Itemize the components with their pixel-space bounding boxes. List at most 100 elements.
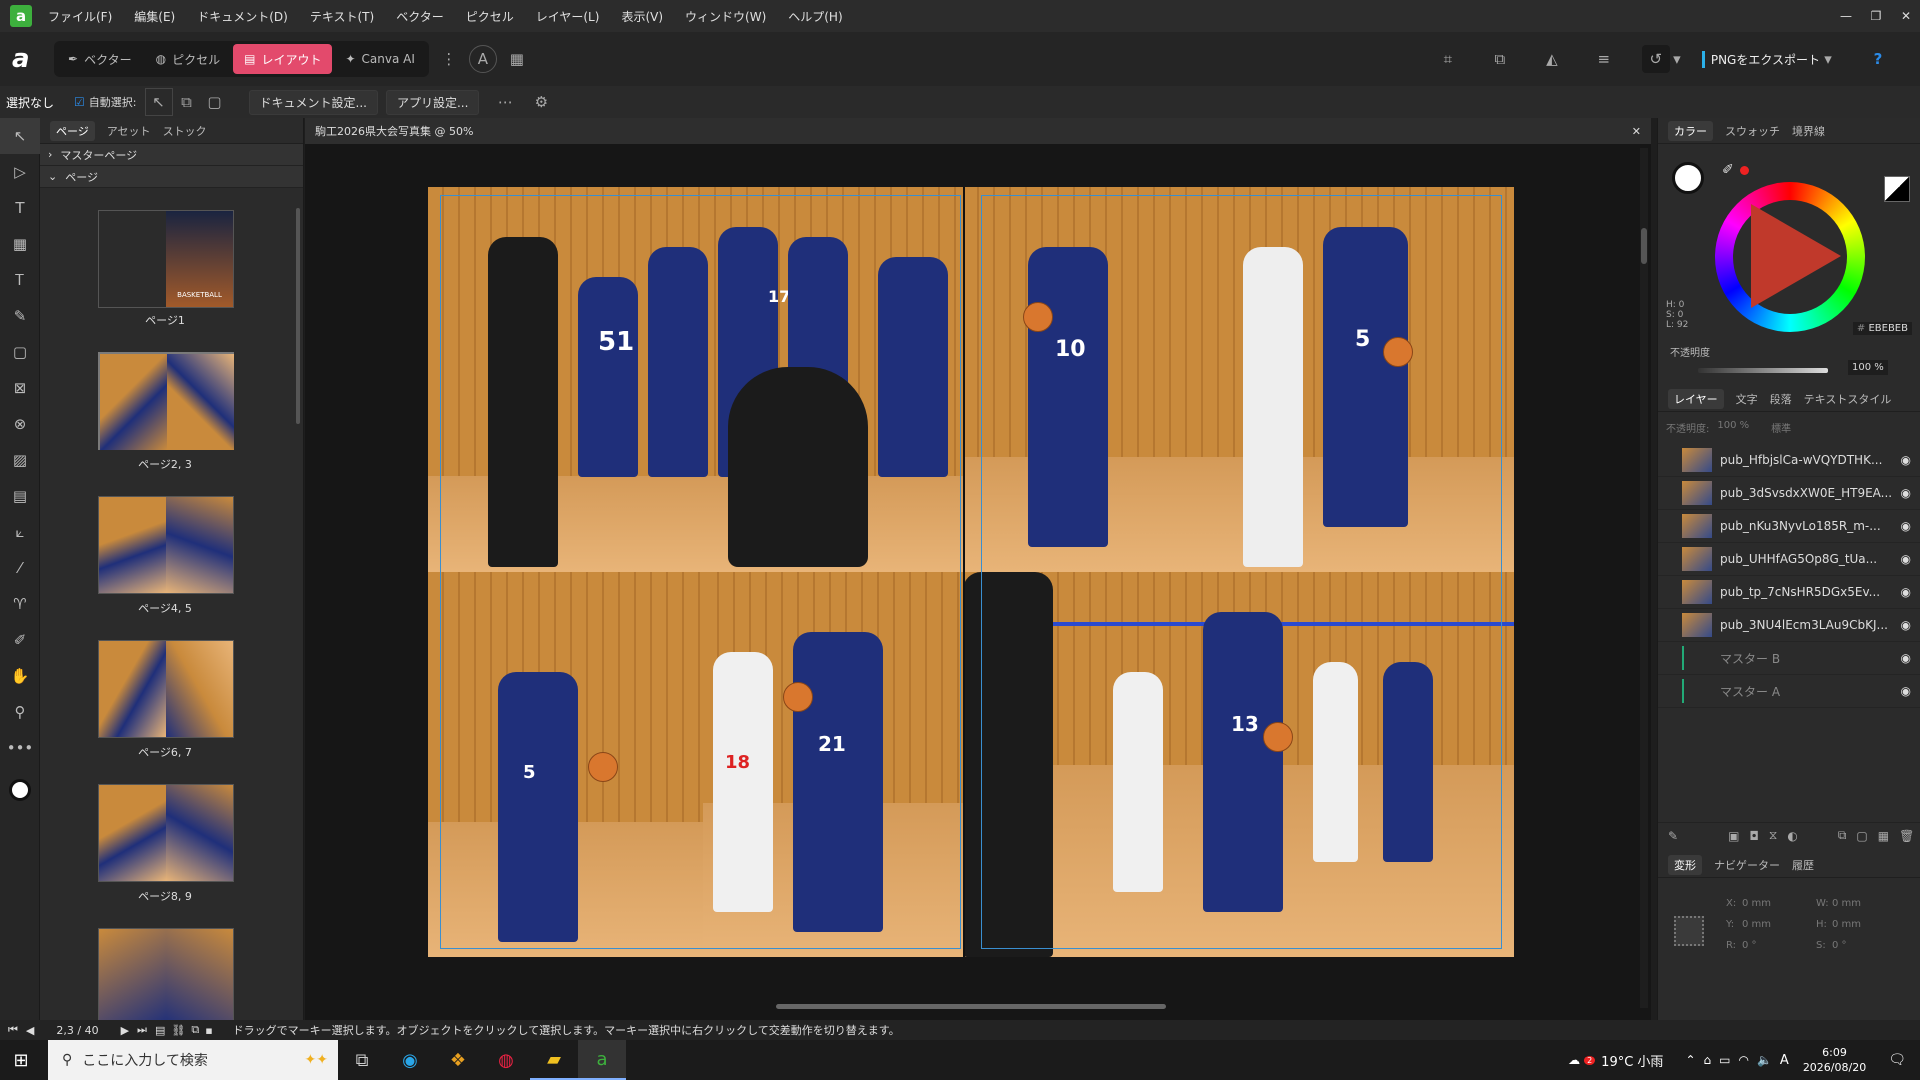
weather-text[interactable]: 19°C 小雨 xyxy=(1601,1051,1663,1070)
grid-icon[interactable]: ⋯ xyxy=(491,88,519,116)
persona-canva-ai[interactable]: ✦ Canva AI xyxy=(334,44,425,74)
menu-document[interactable]: ドキュメント(D) xyxy=(197,8,288,25)
opacity-value[interactable]: 100 % xyxy=(1848,360,1888,375)
menu-layer[interactable]: レイヤー(L) xyxy=(536,8,600,25)
photo-player-5-dribble[interactable]: 5 xyxy=(428,572,703,957)
more-tools-icon[interactable]: ••• xyxy=(0,730,40,766)
last-page-icon[interactable]: ⏭ xyxy=(137,1023,147,1037)
fill-tool-icon[interactable]: ⁄ xyxy=(0,550,40,586)
eye-icon[interactable]: ◉ xyxy=(1901,585,1911,599)
spread-icon[interactable]: ⧉ xyxy=(191,1023,199,1037)
color-swatch-icon[interactable] xyxy=(0,766,40,814)
page-thumb-8-9[interactable] xyxy=(98,784,234,882)
layer-row-1[interactable]: pub_HfbjslCa-wVQYDTHK... ◉ xyxy=(1658,444,1920,477)
photo-player-13-fastbreak[interactable]: 13 xyxy=(963,572,1514,957)
pixel-layer-icon[interactable]: ▦ xyxy=(1878,829,1889,843)
color-wheel[interactable] xyxy=(1715,182,1865,332)
tab-paragraph[interactable]: 段落 xyxy=(1770,391,1792,407)
folder-icon[interactable]: ▢ xyxy=(1856,829,1867,843)
adjust-icon[interactable]: ⧖ xyxy=(1769,828,1777,843)
file-explorer-icon[interactable]: ▰ xyxy=(530,1040,578,1080)
layer-row-5[interactable]: pub_tp_7cNsHR5DGx5Ev... ◉ xyxy=(1658,576,1920,609)
arrange-icon[interactable]: ⧉ xyxy=(1486,45,1514,73)
color-triangle[interactable] xyxy=(1751,204,1841,308)
page-thumb-6-7[interactable] xyxy=(98,640,234,738)
rectangle-tool-icon[interactable]: ▢ xyxy=(0,334,40,370)
menu-edit[interactable]: 編集(E) xyxy=(134,8,175,25)
tab-transform[interactable]: 変形 xyxy=(1668,854,1702,875)
export-png-button[interactable]: PNGをエクスポート xyxy=(1701,50,1820,68)
close-document-icon[interactable]: ✕ xyxy=(1632,125,1641,138)
auto-select-checkbox[interactable]: ☑ xyxy=(74,95,85,109)
tab-assets[interactable]: アセット xyxy=(107,123,151,139)
layer-row-2[interactable]: pub_3dSvsdxXW0E_HT9EA... ◉ xyxy=(1658,477,1920,510)
eyedropper-tool-icon[interactable]: ✐ xyxy=(0,622,40,658)
menu-window[interactable]: ウィンドウ(W) xyxy=(685,8,766,25)
task-view-icon[interactable]: ⧉ xyxy=(338,1040,386,1080)
weather-icon[interactable]: ☁ xyxy=(1568,1053,1580,1067)
tray-app-icon[interactable]: ⌂ xyxy=(1704,1053,1712,1067)
minimize-icon[interactable]: — xyxy=(1832,0,1860,32)
layer-row-4[interactable]: pub_UHHfAG5Op8G_tUa... ◉ xyxy=(1658,543,1920,576)
tab-navigator[interactable]: ナビゲーター xyxy=(1714,857,1780,873)
hand-tool-icon[interactable]: ✋ xyxy=(0,658,40,694)
edit-layer-icon[interactable]: ✎ xyxy=(1668,829,1678,843)
page-spread[interactable]: 51 17 10 5 5 18 21 13 xyxy=(428,187,1514,957)
text-frame-icon[interactable]: A xyxy=(468,45,497,73)
pen-tool-icon[interactable]: ✎ xyxy=(0,298,40,334)
menu-text[interactable]: テキスト(T) xyxy=(310,8,374,25)
export-dropdown-icon[interactable]: ▾ xyxy=(1820,45,1836,73)
photo-bench[interactable]: 51 17 xyxy=(428,187,963,572)
page-thumb-2-3[interactable] xyxy=(98,352,234,450)
menu-file[interactable]: ファイル(F) xyxy=(48,8,112,25)
persona-vector[interactable]: ✒ ベクター xyxy=(57,44,143,74)
table-tool-icon[interactable]: ▦ xyxy=(0,226,40,262)
tab-color[interactable]: カラー xyxy=(1668,120,1713,141)
fill-stroke-swatch-icon[interactable] xyxy=(1672,162,1704,194)
layer-row-6[interactable]: pub_3NU4lEcm3LAu9CbKJ... ◉ xyxy=(1658,609,1920,642)
menu-pixel[interactable]: ピクセル xyxy=(466,8,514,25)
app-icon[interactable]: ❖ xyxy=(434,1040,482,1080)
edge-icon[interactable]: ◉ xyxy=(386,1040,434,1080)
tab-character[interactable]: 文字 xyxy=(1736,391,1758,407)
picture-frame-tool-icon[interactable]: ⊠ xyxy=(0,370,40,406)
master-layer-a[interactable]: マスター A ◉ xyxy=(1658,675,1920,708)
blend-mode-select[interactable]: 標準 xyxy=(1771,420,1791,435)
tab-layers[interactable]: レイヤー xyxy=(1668,388,1724,409)
eye-icon[interactable]: ◉ xyxy=(1901,519,1911,533)
move-tool-icon[interactable]: ↖ xyxy=(0,118,40,154)
select-mode-icon[interactable]: ⧉ xyxy=(173,88,201,116)
s-field[interactable]: 0 ° xyxy=(1832,940,1902,951)
document-tab[interactable]: 駒工2026県大会写真集 @ 50% ✕ xyxy=(305,118,1651,144)
vertical-scroll-thumb[interactable] xyxy=(1641,228,1647,264)
eye-icon[interactable]: ◉ xyxy=(1901,684,1911,698)
hex-field[interactable]: # EBEBEB xyxy=(1852,322,1912,335)
grid-view-icon[interactable]: ▦ xyxy=(503,45,531,73)
anchor-point-icon[interactable] xyxy=(1674,916,1704,946)
adjustment-icon[interactable]: ◐ xyxy=(1787,829,1797,843)
page-thumb-4-5[interactable] xyxy=(98,496,234,594)
help-icon[interactable]: ? xyxy=(1864,45,1892,73)
more-options-icon[interactable]: ⋮ xyxy=(435,45,463,73)
place-tool-icon[interactable]: ▤ xyxy=(0,478,40,514)
eye-icon[interactable]: ◉ xyxy=(1901,651,1911,665)
chevron-up-icon[interactable]: ⌃ xyxy=(1685,1053,1695,1067)
tab-pages[interactable]: ページ xyxy=(50,120,95,141)
taskbar-search[interactable]: ⚲ ここに入力して検索 ✦✦ xyxy=(48,1040,338,1080)
pages-section[interactable]: ⌄ ページ xyxy=(40,166,303,188)
battery-icon[interactable]: ▭ xyxy=(1719,1053,1730,1067)
zoom-tool-icon[interactable]: ⚲ xyxy=(0,694,40,730)
eyedropper-icon[interactable]: ✐ xyxy=(1722,162,1734,178)
add-layer-icon[interactable]: ⧉ xyxy=(1838,828,1847,843)
eye-icon[interactable]: ◉ xyxy=(1901,453,1911,467)
select-frame-icon[interactable]: ▢ xyxy=(201,88,229,116)
ellipse-frame-tool-icon[interactable]: ⊗ xyxy=(0,406,40,442)
menu-vector[interactable]: ベクター xyxy=(396,8,444,25)
snapping-dropdown-icon[interactable]: ▾ xyxy=(1670,45,1684,73)
text-frame-tool-icon[interactable]: T xyxy=(0,190,40,226)
document-settings-button[interactable]: ドキュメント設定... xyxy=(248,89,378,115)
next-page-icon[interactable]: ▶ xyxy=(121,1024,129,1037)
clock[interactable]: 6:09 2026/08/20 xyxy=(1803,1045,1866,1075)
eye-icon[interactable]: ◉ xyxy=(1901,552,1911,566)
vertical-scrollbar[interactable] xyxy=(1640,148,1648,1008)
